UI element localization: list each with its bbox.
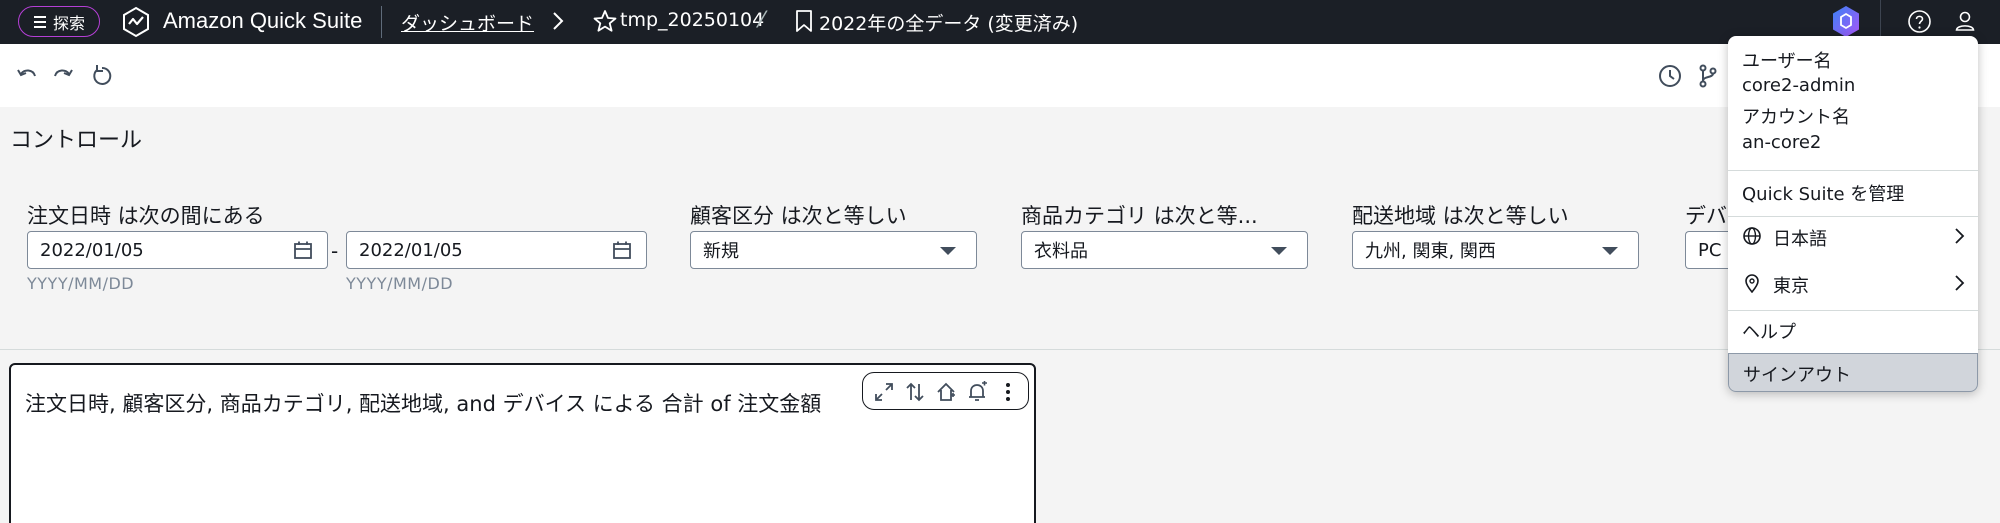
calendar-icon[interactable] [293,240,313,260]
sort-icon[interactable] [904,381,926,403]
quick-suite-app-icon[interactable] [1831,5,1861,38]
date-range-separator: - [331,239,339,263]
chevron-right-icon [1955,275,1965,291]
username-value: core2-admin [1742,75,1856,96]
bookmark-icon[interactable] [793,9,815,33]
help-menu-item[interactable]: ヘルプ [1742,318,1796,344]
date-to-format-hint: YYYY/MM/DD [346,274,454,293]
delivery-region-value: 九州, 関東, 関西 [1365,241,1496,262]
location-pin-icon [1745,274,1759,293]
brand-name[interactable]: Amazon Quick Suite [163,8,362,34]
breadcrumb-analysis-name[interactable]: tmp_20250104 [620,9,764,31]
calendar-icon[interactable] [612,240,632,260]
reset-icon[interactable] [89,63,115,89]
globe-icon [1743,227,1761,245]
visual-menu-bar [862,372,1029,410]
date-from-input[interactable]: 2022/01/05 [27,231,328,269]
date-to-input[interactable]: 2022/01/05 [346,231,647,269]
language-menu-item[interactable]: 日本語 [1773,225,1827,251]
breadcrumb-sheet-name[interactable]: 2022年の全データ (変更済み) [819,9,1078,36]
device-value: PC [1698,239,1722,261]
alert-bell-icon[interactable] [966,381,988,403]
explore-label: 探索 [53,13,86,33]
dropdown-caret-icon [940,247,956,255]
customer-segment-value: 新規 [703,241,739,262]
menu-divider [1728,310,1978,311]
section-divider [0,349,2000,350]
breadcrumb-separator: ⁄ [760,8,764,33]
chevron-right-icon [1955,228,1965,244]
product-category-select[interactable]: 衣料品 [1021,231,1308,269]
explore-button[interactable]: 探索 [18,6,101,37]
region-menu-item[interactable]: 東京 [1773,272,1809,298]
dropdown-caret-icon [1271,247,1287,255]
star-icon[interactable] [592,8,618,34]
hamburger-icon [34,15,46,28]
expand-icon[interactable] [873,381,895,403]
date-from-format-hint: YYYY/MM/DD [27,274,135,293]
signout-label: サインアウト [1743,365,1851,386]
product-category-control-label: 商品カテゴリ は次と等... [1021,204,1258,228]
undo-icon[interactable] [14,63,40,89]
account-value: an-core2 [1742,132,1822,153]
delivery-region-control-label: 配送地域 は次と等しい [1352,204,1569,228]
controls-section-title: コントロール [10,128,143,153]
device-control-label: デバ [1685,204,1727,228]
delivery-region-select[interactable]: 九州, 関東, 関西 [1352,231,1639,269]
account-label: アカウント名 [1742,107,1850,128]
visual-card[interactable]: 注文日時, 顧客区分, 商品カテゴリ, 配送地域, and デバイス による 合… [9,363,1036,523]
customer-segment-select[interactable]: 新規 [690,231,977,269]
help-icon[interactable] [1907,9,1932,34]
more-options-icon[interactable] [997,381,1019,403]
order-date-control-label: 注文日時 は次の間にある [27,204,265,228]
breadcrumb-dashboard-link[interactable]: ダッシュボード [401,9,534,36]
branch-icon[interactable] [1695,63,1721,89]
product-category-value: 衣料品 [1034,241,1088,262]
username-label: ユーザー名 [1742,51,1832,72]
redo-icon[interactable] [50,63,76,89]
history-clock-icon[interactable] [1657,63,1683,89]
signout-menu-item[interactable]: サインアウト [1728,353,1978,392]
top-navigation-bar: 探索 Amazon Quick Suite ダッシュボード tmp_202501… [0,0,2000,44]
dropdown-caret-icon [1602,247,1618,255]
analysis-toolbar [0,44,2000,107]
manage-quick-suite-item[interactable]: Quick Suite を管理 [1742,180,1904,206]
user-icon[interactable] [1953,9,1977,33]
chevron-right-icon [553,12,564,30]
menu-divider [1728,216,1978,217]
customer-segment-control-label: 顧客区分 は次と等しい [690,204,907,228]
drill-up-icon[interactable] [935,381,957,403]
visual-title: 注文日時, 顧客区分, 商品カテゴリ, 配送地域, and デバイス による 合… [25,392,822,416]
user-menu-dropdown: ユーザー名 core2-admin アカウント名 an-core2 Quick … [1728,36,1978,392]
quick-suite-logo-icon[interactable] [120,6,152,38]
menu-divider [1728,170,1978,171]
date-to-value: 2022/01/05 [359,239,463,261]
divider [381,6,382,38]
date-from-value: 2022/01/05 [40,239,144,261]
